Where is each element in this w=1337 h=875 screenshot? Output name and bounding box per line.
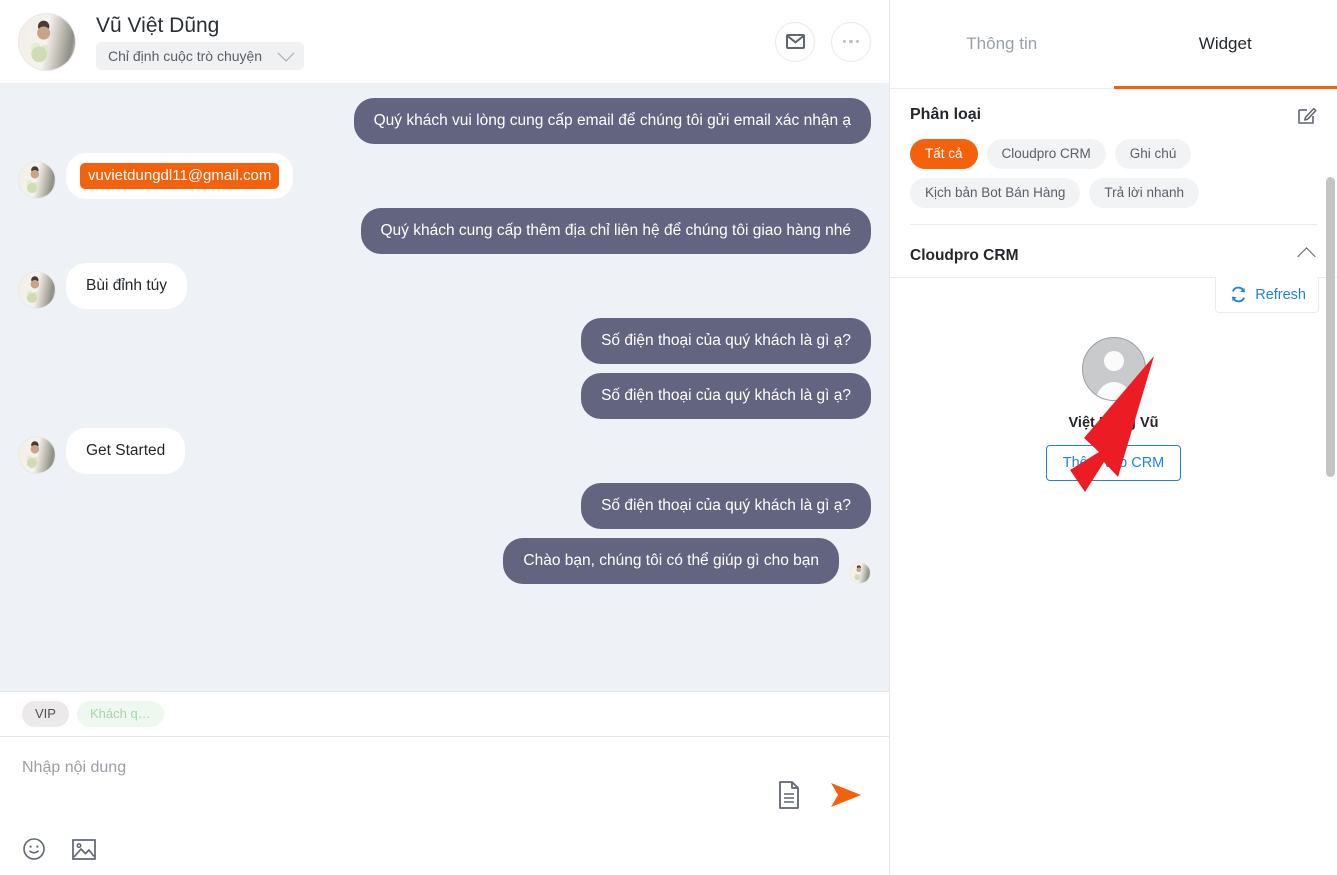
- emoji-button[interactable]: [22, 837, 46, 861]
- edit-classify-button[interactable]: [1297, 105, 1317, 125]
- app-root: Vũ Việt Dũng Chỉ định cuộc trò chuyện Qu…: [0, 0, 1337, 875]
- message-avatar: [18, 436, 56, 474]
- message-bubble-incoming: vuvietdungdl11@gmail.com: [66, 153, 294, 199]
- message-bubble-incoming: Bùi đỉnh túy: [66, 263, 187, 309]
- refresh-label: Refresh: [1255, 286, 1306, 303]
- crm-toolbar: Refresh: [890, 277, 1337, 313]
- message-row: vuvietdungdl11@gmail.com: [18, 153, 871, 199]
- refresh-icon: [1232, 286, 1246, 303]
- classify-title: Phân loại: [910, 106, 982, 123]
- image-button[interactable]: [72, 838, 96, 860]
- chip-kich-ban-bot-ban-hang[interactable]: Kịch bản Bot Bán Hàng: [910, 178, 1081, 208]
- send-button[interactable]: [829, 781, 863, 809]
- tag-customer[interactable]: Khách q…: [76, 701, 164, 727]
- contact-meta: Vũ Việt Dũng Chỉ định cuộc trò chuyện: [96, 13, 305, 70]
- chip-tra-loi-nhanh[interactable]: Trả lời nhanh: [1089, 178, 1200, 208]
- message-list[interactable]: Quý khách vui lòng cung cấp email để chú…: [0, 84, 889, 691]
- email-highlight[interactable]: vuvietdungdl11@gmail.com: [80, 163, 280, 189]
- classify-header: Phân loại: [910, 105, 1317, 125]
- composer-tools: [22, 837, 867, 861]
- chevron-up-icon[interactable]: [1297, 246, 1316, 266]
- panel-tabs: Thông tin Widget: [890, 0, 1337, 89]
- composer-actions: [777, 781, 863, 809]
- message-seen-avatar: [849, 562, 871, 584]
- refresh-button[interactable]: Refresh: [1215, 277, 1319, 313]
- mail-button[interactable]: [775, 21, 815, 62]
- message-avatar: [18, 161, 56, 199]
- message-row: Get Started: [18, 428, 871, 474]
- crm-contact-card: Việt Dũng Vũ Thêm vào CRM: [890, 313, 1337, 501]
- contact-avatar: [18, 12, 76, 71]
- message-composer: Nhập nội dung: [0, 737, 889, 875]
- message-bubble-outgoing: Số điện thoại của quý khách là gì ạ?: [581, 373, 871, 419]
- panel-body: Phân loại Tất cả Cloudpro CRM Ghi chú Kị…: [890, 89, 1337, 875]
- classify-section: Phân loại Tất cả Cloudpro CRM Ghi chú Kị…: [890, 89, 1337, 231]
- document-icon: [779, 781, 799, 809]
- envelope-icon: [785, 34, 805, 49]
- message-row: Quý khách cung cấp thêm địa chỉ liên hệ …: [18, 208, 871, 254]
- conversation-tags: VIP Khách q…: [0, 691, 889, 737]
- chip-ghi-chu[interactable]: Ghi chú: [1114, 139, 1192, 169]
- message-row: Quý khách vui lòng cung cấp email để chú…: [18, 98, 871, 144]
- user-placeholder-icon: [1081, 337, 1146, 401]
- message-bubble-outgoing: Số điện thoại của quý khách là gì ạ?: [581, 318, 871, 364]
- tab-widget[interactable]: Widget: [1113, 0, 1337, 89]
- message-avatar: [18, 271, 56, 309]
- message-bubble-outgoing: Quý khách cung cấp thêm địa chỉ liên hệ …: [360, 208, 871, 254]
- send-icon: [831, 783, 861, 807]
- tab-thong-tin[interactable]: Thông tin: [890, 0, 1114, 88]
- message-bubble-outgoing: Chào bạn, chúng tôi có thể giúp gì cho b…: [503, 538, 839, 584]
- classify-chips: Tất cả Cloudpro CRM Ghi chú Kịch bản Bot…: [910, 139, 1317, 208]
- message-row: Chào bạn, chúng tôi có thể giúp gì cho b…: [18, 538, 871, 584]
- chevron-down-icon: [277, 44, 295, 62]
- contact-name: Vũ Việt Dũng: [96, 13, 220, 37]
- image-icon: [72, 838, 96, 860]
- smiley-icon: [23, 838, 45, 860]
- chip-tat-ca[interactable]: Tất cả: [910, 139, 978, 169]
- ellipsis-icon: [842, 39, 860, 44]
- right-panel: Thông tin Widget Phân loại Tất cả Cloudp…: [890, 0, 1337, 875]
- message-row: Số điện thoại của quý khách là gì ạ?: [18, 318, 871, 364]
- assign-conversation-select[interactable]: Chỉ định cuộc trò chuyện: [96, 41, 305, 70]
- chip-cloudpro-crm[interactable]: Cloudpro CRM: [986, 139, 1106, 169]
- crm-contact-name: Việt Dũng Vũ: [1068, 415, 1159, 431]
- chat-header: Vũ Việt Dũng Chỉ định cuộc trò chuyện: [0, 0, 889, 84]
- crm-section-title: Cloudpro CRM: [910, 247, 1019, 264]
- message-bubble-outgoing: Số điện thoại của quý khách là gì ạ?: [581, 483, 871, 529]
- edit-pencil-icon: [1298, 107, 1317, 124]
- chat-pane: Vũ Việt Dũng Chỉ định cuộc trò chuyện Qu…: [0, 0, 890, 875]
- crm-section-header[interactable]: Cloudpro CRM: [890, 231, 1337, 277]
- add-to-crm-button[interactable]: Thêm vào CRM: [1045, 445, 1182, 481]
- message-bubble-outgoing: Quý khách vui lòng cung cấp email để chú…: [353, 98, 871, 144]
- message-row: Bùi đỉnh túy: [18, 263, 871, 309]
- assign-conversation-label: Chỉ định cuộc trò chuyện: [108, 47, 263, 64]
- more-options-button[interactable]: [831, 21, 871, 62]
- section-divider: [910, 224, 1317, 225]
- header-actions: [775, 21, 871, 62]
- message-input[interactable]: Nhập nội dung: [22, 759, 867, 837]
- tag-vip[interactable]: VIP: [22, 701, 69, 727]
- panel-scrollbar[interactable]: [1326, 177, 1335, 477]
- message-bubble-incoming: Get Started: [66, 428, 186, 474]
- message-row: Số điện thoại của quý khách là gì ạ?: [18, 483, 871, 529]
- message-row: Số điện thoại của quý khách là gì ạ?: [18, 373, 871, 419]
- template-button[interactable]: [777, 781, 801, 809]
